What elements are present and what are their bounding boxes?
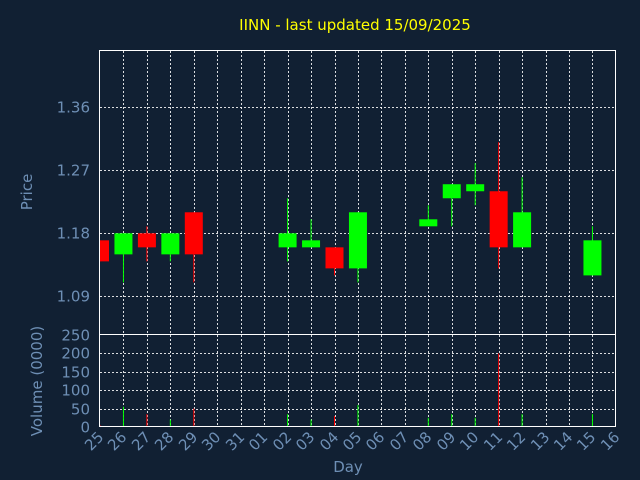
candle-body — [278, 233, 297, 248]
candle-body — [137, 233, 156, 248]
candle-08 — [419, 205, 438, 227]
chart-title: IINN - last updated 15/09/2025 — [239, 16, 471, 34]
x-tick-label: 08 — [409, 428, 435, 454]
candle-04 — [325, 247, 344, 276]
x-tick-label: 06 — [362, 428, 388, 454]
candle-26 — [114, 233, 133, 283]
candle-body — [583, 240, 602, 276]
candle-body — [419, 219, 438, 227]
x-tick-label: 30 — [198, 428, 224, 454]
x-tick-label: 16 — [597, 428, 623, 454]
candle-body — [348, 212, 367, 269]
price-tick-labels: 1.09 1.18 1.27 1.36 — [57, 99, 90, 306]
candle-25 — [99, 240, 109, 262]
candle-body — [325, 247, 344, 269]
volume-tick-label: 250 — [61, 327, 90, 345]
price-tick-label: 1.36 — [57, 99, 90, 117]
candle-12 — [513, 177, 532, 248]
candle-10 — [466, 163, 485, 206]
x-tick-label: 26 — [104, 428, 130, 454]
candle-09 — [442, 184, 461, 227]
candle-29 — [184, 212, 203, 283]
volume-tick-label: 50 — [71, 401, 90, 419]
x-tick-label: 01 — [245, 428, 271, 454]
candle-27 — [137, 226, 156, 262]
candle-05 — [348, 212, 367, 283]
x-tick-label: 10 — [456, 428, 482, 454]
price-tick-label: 1.18 — [57, 225, 90, 243]
candles — [99, 142, 602, 283]
x-tick-label: 03 — [292, 428, 318, 454]
candle-body — [489, 191, 508, 248]
volume-tick-label: 100 — [61, 382, 90, 400]
candle-02 — [278, 198, 297, 262]
price-grid — [100, 51, 616, 335]
price-axis-label: Price — [18, 174, 36, 211]
candle-body — [161, 233, 180, 255]
candle-15 — [583, 226, 602, 276]
x-tick-label: 15 — [573, 428, 599, 454]
volume-tick-label: 150 — [61, 364, 90, 382]
price-tick-label: 1.27 — [57, 162, 90, 180]
x-tick-label: 28 — [151, 428, 177, 454]
candle-body — [114, 233, 133, 255]
candle-body — [442, 184, 461, 199]
price-tick-label: 1.09 — [57, 288, 90, 306]
x-tick-label: 12 — [503, 428, 529, 454]
candle-28 — [161, 233, 180, 262]
candlestick-chart: IINN - last updated 15/09/2025 Price Vol… — [18, 16, 623, 476]
candle-body — [513, 212, 532, 248]
volume-tick-labels: 050100150200250 — [61, 327, 90, 437]
candle-body — [302, 240, 321, 248]
candle-body — [100, 240, 109, 262]
candle-11 — [489, 142, 508, 269]
volume-axis-label: Volume (0000) — [28, 326, 46, 436]
x-axis-label: Day — [333, 458, 363, 476]
x-tick-labels: 2526272829303101020304050607080910111213… — [81, 428, 623, 454]
candle-body — [184, 212, 203, 255]
candle-body — [466, 184, 485, 192]
price-panel-frame — [99, 50, 616, 335]
volume-tick-label: 200 — [61, 345, 90, 363]
